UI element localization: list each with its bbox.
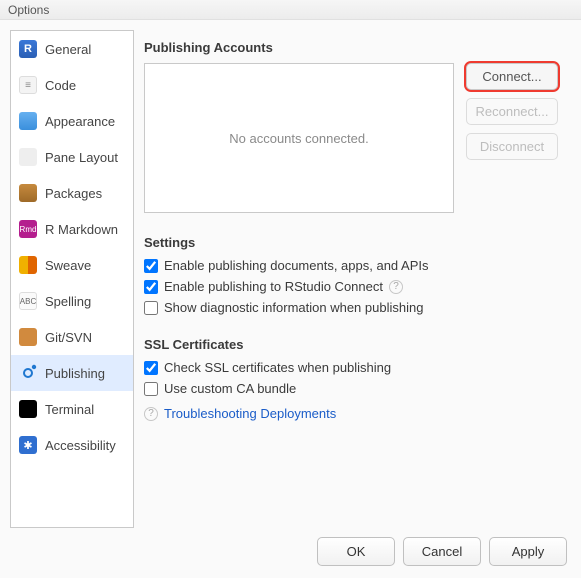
sidebar: R General ≡ Code Appearance Pane Layout … — [10, 30, 134, 528]
paint-bucket-icon — [19, 112, 37, 130]
sidebar-item-label: R Markdown — [45, 222, 118, 237]
accessibility-icon: ✱ — [19, 436, 37, 454]
sidebar-item-label: Sweave — [45, 258, 91, 273]
window-titlebar: Options — [0, 0, 581, 20]
package-box-icon — [19, 184, 37, 202]
accounts-empty-text: No accounts connected. — [229, 131, 368, 146]
sidebar-item-packages[interactable]: Packages — [11, 175, 133, 211]
sidebar-item-label: Git/SVN — [45, 330, 92, 345]
publish-icon — [19, 364, 37, 382]
cardboard-box-icon — [19, 328, 37, 346]
accounts-buttons: Connect... Reconnect... Disconnect — [466, 63, 558, 168]
r-logo-icon: R — [19, 40, 37, 58]
spellcheck-icon: ABC — [19, 292, 37, 310]
check-ssl-checkbox[interactable] — [144, 361, 158, 375]
show-diagnostic-label: Show diagnostic information when publish… — [164, 300, 423, 315]
rmarkdown-icon: Rmd — [19, 220, 37, 238]
main-panel: Publishing Accounts No accounts connecte… — [144, 30, 571, 528]
show-diagnostic-row[interactable]: Show diagnostic information when publish… — [144, 300, 571, 315]
settings-heading: Settings — [144, 235, 571, 250]
troubleshooting-link[interactable]: Troubleshooting Deployments — [164, 406, 336, 421]
reconnect-button: Reconnect... — [466, 98, 558, 125]
publishing-accounts-heading: Publishing Accounts — [144, 40, 571, 55]
sidebar-item-git-svn[interactable]: Git/SVN — [11, 319, 133, 355]
sidebar-item-accessibility[interactable]: ✱ Accessibility — [11, 427, 133, 463]
sidebar-item-label: Accessibility — [45, 438, 116, 453]
connect-button[interactable]: Connect... — [466, 63, 558, 90]
sidebar-item-label: Code — [45, 78, 76, 93]
sidebar-item-label: Terminal — [45, 402, 94, 417]
sidebar-item-sweave[interactable]: Sweave — [11, 247, 133, 283]
custom-ca-label: Use custom CA bundle — [164, 381, 296, 396]
accounts-listbox[interactable]: No accounts connected. — [144, 63, 454, 213]
sidebar-item-label: Appearance — [45, 114, 115, 129]
sidebar-item-label: Spelling — [45, 294, 91, 309]
sidebar-item-code[interactable]: ≡ Code — [11, 67, 133, 103]
sidebar-item-general[interactable]: R General — [11, 31, 133, 67]
enable-publish-docs-checkbox[interactable] — [144, 259, 158, 273]
sidebar-item-label: Pane Layout — [45, 150, 118, 165]
sidebar-item-label: Publishing — [45, 366, 105, 381]
show-diagnostic-checkbox[interactable] — [144, 301, 158, 315]
sidebar-item-terminal[interactable]: Terminal — [11, 391, 133, 427]
custom-ca-checkbox[interactable] — [144, 382, 158, 396]
sidebar-item-label: General — [45, 42, 91, 57]
enable-publish-connect-checkbox[interactable] — [144, 280, 158, 294]
enable-publish-connect-row[interactable]: Enable publishing to RStudio Connect ? — [144, 279, 571, 294]
sidebar-item-publishing[interactable]: Publishing — [11, 355, 133, 391]
ok-button[interactable]: OK — [317, 537, 395, 566]
enable-publish-connect-label: Enable publishing to RStudio Connect — [164, 279, 383, 294]
sidebar-item-spelling[interactable]: ABC Spelling — [11, 283, 133, 319]
pane-layout-icon — [19, 148, 37, 166]
enable-publish-docs-label: Enable publishing documents, apps, and A… — [164, 258, 429, 273]
apply-button[interactable]: Apply — [489, 537, 567, 566]
sidebar-item-label: Packages — [45, 186, 102, 201]
terminal-icon — [19, 400, 37, 418]
help-icon[interactable]: ? — [389, 280, 403, 294]
disconnect-button: Disconnect — [466, 133, 558, 160]
check-ssl-row[interactable]: Check SSL certificates when publishing — [144, 360, 571, 375]
cancel-button[interactable]: Cancel — [403, 537, 481, 566]
sweave-icon — [19, 256, 37, 274]
custom-ca-row[interactable]: Use custom CA bundle — [144, 381, 571, 396]
enable-publish-docs-row[interactable]: Enable publishing documents, apps, and A… — [144, 258, 571, 273]
sidebar-item-pane-layout[interactable]: Pane Layout — [11, 139, 133, 175]
ssl-heading: SSL Certificates — [144, 337, 571, 352]
help-icon[interactable]: ? — [144, 407, 158, 421]
document-icon: ≡ — [19, 76, 37, 94]
window-title: Options — [8, 3, 49, 17]
sidebar-item-appearance[interactable]: Appearance — [11, 103, 133, 139]
sidebar-item-rmarkdown[interactable]: Rmd R Markdown — [11, 211, 133, 247]
dialog-footer: OK Cancel Apply — [317, 537, 567, 566]
check-ssl-label: Check SSL certificates when publishing — [164, 360, 391, 375]
